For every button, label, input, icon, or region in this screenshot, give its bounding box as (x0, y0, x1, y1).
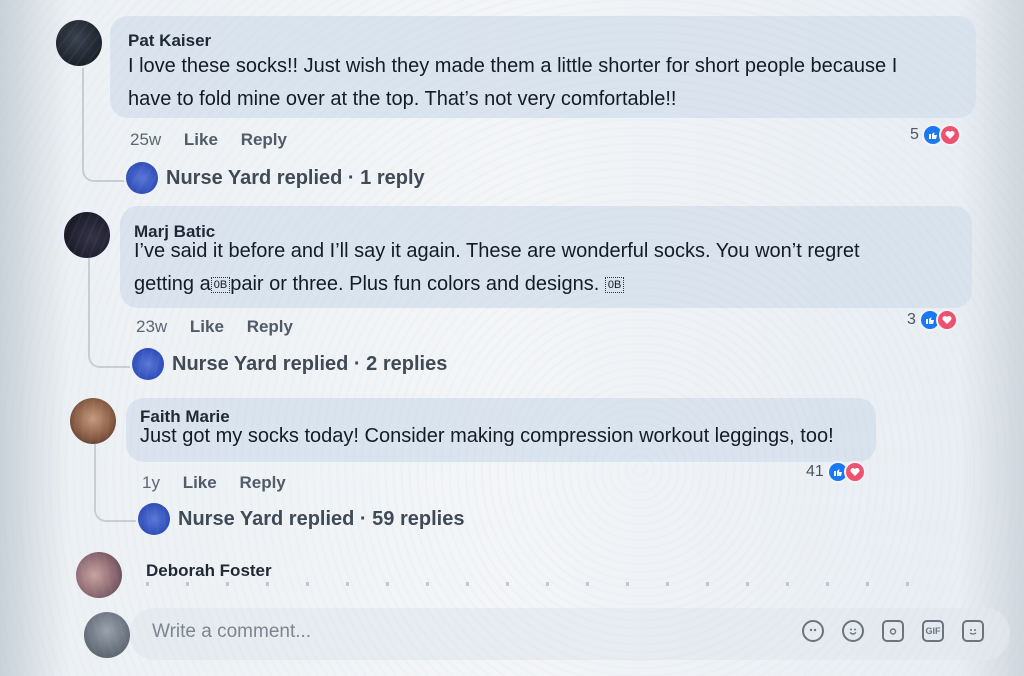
comment-composer[interactable]: Write a comment... GIF (130, 608, 1010, 660)
view-replies-link[interactable]: Nurse Yard replied · 59 replies (138, 503, 464, 535)
replies-summary: Nurse Yard replied · 1 reply (166, 166, 425, 189)
reply-link[interactable]: Reply (241, 130, 287, 149)
love-reaction-icon (938, 124, 961, 146)
comment-text-line: Just got my socks today! Consider making… (140, 425, 834, 447)
comment-timestamp[interactable]: 25w (130, 130, 161, 149)
reaction-count: 3 (907, 311, 916, 328)
view-replies-link[interactable]: Nurse Yard replied · 2 replies (132, 348, 447, 380)
replies-summary: Nurse Yard replied · 2 replies (172, 352, 448, 375)
comment-actions: 25w Like Reply (130, 130, 305, 150)
thread-connector (88, 258, 130, 368)
gif-icon[interactable]: GIF (922, 620, 944, 642)
comment-author[interactable]: Deborah Foster (146, 561, 272, 581)
reaction-count: 41 (806, 463, 824, 480)
reply-link[interactable]: Reply (247, 317, 293, 336)
avatar-pat-kaiser[interactable] (56, 20, 102, 66)
unsupported-emoji-icon: 0B (604, 276, 625, 293)
comment-text-line-2: getting a 0B pair or three. Plus fun color… (134, 268, 964, 301)
thread-connector (82, 68, 124, 182)
comment-timestamp[interactable]: 23w (136, 317, 167, 336)
comment-text-segment: getting a (134, 273, 211, 295)
comment-text-segment: pair or three. Plus fun colors and desig… (230, 273, 600, 295)
reaction-summary[interactable]: 41 (806, 461, 866, 483)
comment-author[interactable]: Pat Kaiser (128, 31, 211, 51)
smiley-icon[interactable] (842, 620, 864, 642)
reply-link[interactable]: Reply (239, 473, 285, 492)
comment-text-line: have to fold mine over at the top. That’… (128, 88, 677, 110)
sticker-icon[interactable] (962, 620, 984, 642)
view-replies-link[interactable]: Nurse Yard replied · 1 reply (126, 162, 425, 194)
comment-actions: 1y Like Reply (142, 473, 304, 493)
camera-icon[interactable] (882, 620, 904, 642)
avatar-faith-marie[interactable] (70, 398, 116, 444)
reaction-summary[interactable]: 5 (910, 124, 961, 146)
replies-summary: Nurse Yard replied · 59 replies (178, 507, 465, 530)
comment-timestamp[interactable]: 1y (142, 473, 160, 492)
reaction-summary[interactable]: 3 (907, 309, 958, 331)
reaction-count: 5 (910, 126, 919, 143)
comment-actions: 23w Like Reply (136, 317, 311, 337)
comment-text-line: I love these socks!! Just wish they made… (128, 55, 898, 77)
current-user-avatar[interactable] (84, 612, 130, 658)
comment-text-line: I’ve said it before and I’ll say it agai… (134, 240, 860, 262)
composer-toolbar: GIF (802, 620, 984, 642)
truncated-comment-text (146, 582, 946, 586)
like-link[interactable]: Like (184, 130, 218, 149)
thread-connector (94, 444, 136, 522)
avatar-deborah-foster[interactable] (76, 552, 122, 598)
like-link[interactable]: Like (183, 473, 217, 492)
like-link[interactable]: Like (190, 317, 224, 336)
comments-screen: Pat Kaiser I love these socks!! Just wis… (0, 0, 1024, 676)
nurse-yard-avatar (138, 503, 170, 535)
nurse-yard-avatar (126, 162, 158, 194)
love-reaction-icon (935, 309, 958, 331)
comment-input-placeholder[interactable]: Write a comment... (152, 621, 311, 643)
love-reaction-icon (843, 461, 866, 483)
emoji-face-icon[interactable] (802, 620, 824, 642)
avatar-marj-batic[interactable] (62, 210, 112, 260)
nurse-yard-avatar (132, 348, 164, 380)
unsupported-emoji-icon: 0B (210, 276, 231, 293)
